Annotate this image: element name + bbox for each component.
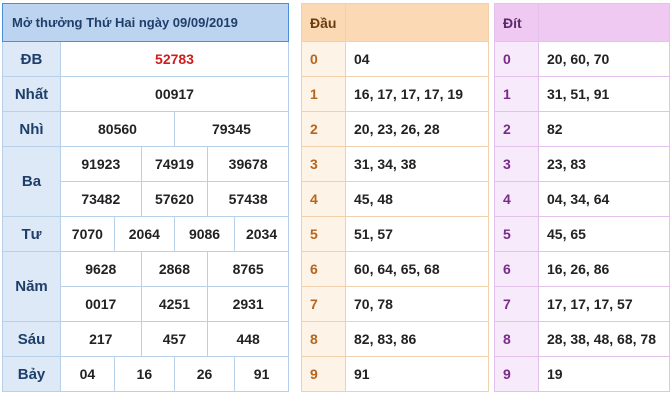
dau-header-blank [345,3,489,42]
dau-values: 31, 34, 38 [345,146,489,182]
prize-value: 8765 [207,251,289,287]
prize-value: 39678 [207,146,289,182]
dau-values: 70, 78 [345,286,489,322]
dit-values: 04, 34, 64 [538,181,670,217]
dit-values: 31, 51, 91 [538,76,670,112]
prize-value: 4251 [140,286,209,322]
prize-value: 2034 [234,216,289,252]
dau-key: 9 [301,356,346,392]
dau-key: 2 [301,111,346,147]
prize-value: 73482 [60,181,142,217]
dit-key: 5 [494,216,539,252]
prize-value: 9628 [60,251,142,287]
prize-label-nhat: Nhất [2,76,61,112]
dau-values: 20, 23, 26, 28 [345,111,489,147]
dit-values: 82 [538,111,670,147]
dau-table: Đầu 0 04 1 16, 17, 17, 17, 19 2 20, 23, 26,… [301,3,489,392]
dit-values: 16, 26, 86 [538,251,670,287]
dau-values: 91 [345,356,489,392]
prize-value: 0017 [60,286,142,322]
results-table: Mở thưởng Thứ Hai ngày 09/09/2019 ĐB 527… [2,3,290,392]
prize-value: 457 [140,321,209,357]
prize-value: 57438 [207,181,289,217]
dit-header-blank [538,3,670,42]
dau-header: Đầu [301,3,346,42]
dau-values: 45, 48 [345,181,489,217]
prize-value: 26 [173,356,236,392]
prize-value: 16 [113,356,175,392]
prize-label-sau: Sáu [2,321,61,357]
prize-value-db: 52783 [60,41,289,77]
dit-values: 45, 65 [538,216,670,252]
dit-table: Đít 0 20, 60, 70 1 31, 51, 91 2 82 3 23, 83 … [494,3,670,392]
prize-value: 2868 [140,251,209,287]
dau-values: 16, 17, 17, 17, 19 [345,76,489,112]
dit-values: 19 [538,356,670,392]
dau-key: 6 [301,251,346,287]
dau-key: 7 [301,286,346,322]
dit-key: 3 [494,146,539,182]
dau-values: 60, 64, 65, 68 [345,251,489,287]
prize-value: 79345 [173,111,290,147]
prize-value: 91923 [60,146,142,182]
dit-values: 20, 60, 70 [538,41,670,77]
dau-values: 04 [345,41,489,77]
prize-label-tu: Tư [2,216,61,252]
prize-value: 57620 [140,181,209,217]
prize-value: 9086 [173,216,236,252]
dit-key: 9 [494,356,539,392]
prize-value: 91 [234,356,289,392]
dit-key: 8 [494,321,539,357]
prize-value: 04 [60,356,115,392]
prize-label-nhi: Nhì [2,111,61,147]
dau-key: 5 [301,216,346,252]
dit-key: 1 [494,76,539,112]
prize-label-ba: Ba [2,146,61,217]
dit-key: 0 [494,41,539,77]
dit-key: 6 [494,251,539,287]
prize-value: 2064 [113,216,175,252]
dit-values: 28, 38, 48, 68, 78 [538,321,670,357]
prize-value: 2931 [207,286,289,322]
prize-value: 80560 [60,111,175,147]
dit-header: Đít [494,3,539,42]
dit-key: 2 [494,111,539,147]
results-title: Mở thưởng Thứ Hai ngày 09/09/2019 [2,3,289,42]
dau-key: 4 [301,181,346,217]
prize-value-nhat: 00917 [60,76,289,112]
prize-label-nam: Năm [2,251,61,322]
dau-values: 51, 57 [345,216,489,252]
prize-value: 7070 [60,216,115,252]
dau-values: 82, 83, 86 [345,321,489,357]
prize-label-db: ĐB [2,41,61,77]
dit-values: 23, 83 [538,146,670,182]
dit-key: 7 [494,286,539,322]
prize-value: 217 [60,321,142,357]
prize-value: 74919 [140,146,209,182]
prize-label-bay: Bảy [2,356,61,392]
dau-key: 0 [301,41,346,77]
dit-values: 17, 17, 17, 57 [538,286,670,322]
dau-key: 3 [301,146,346,182]
dau-key: 1 [301,76,346,112]
prize-value: 448 [207,321,289,357]
dau-key: 8 [301,321,346,357]
dit-key: 4 [494,181,539,217]
